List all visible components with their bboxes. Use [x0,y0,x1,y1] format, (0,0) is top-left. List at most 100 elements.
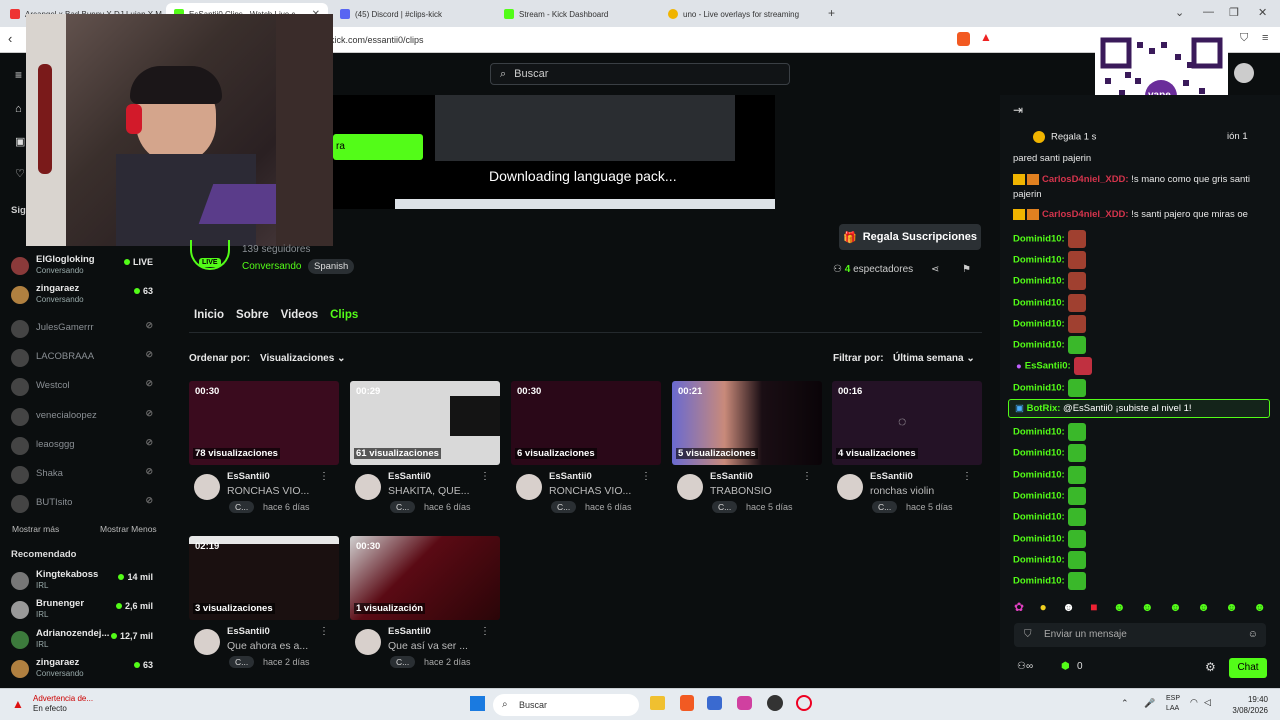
emote-icon[interactable] [1067,272,1086,290]
tab-discord[interactable]: (45) Discord | #clips-kick [332,3,494,25]
new-tab-icon[interactable]: + [828,6,835,20]
opera-icon[interactable] [796,695,812,711]
more-options-icon[interactable]: ⋮ [319,471,329,482]
sidebar-item-kingtekaboss[interactable]: Kingtekaboss IRL 14 mil [11,569,163,595]
chat-username[interactable]: CarlosD4niel_XDD: [1042,174,1129,185]
chat-username[interactable]: Dominid10: [1013,555,1065,566]
menu-icon[interactable]: ≡ [1262,32,1268,44]
sidebar-item-elglogloking[interactable]: ElGlogloking Conversando LIVE [11,254,163,280]
following-icon[interactable]: ♡ [15,167,25,180]
windows-start-icon[interactable] [470,696,485,711]
chat-username[interactable]: Dominid10: [1013,234,1065,245]
emote-icon[interactable] [1073,357,1092,375]
warning-icon[interactable]: ▲ [12,697,24,711]
instagram-icon[interactable] [737,696,752,710]
emote-icon[interactable]: ☻ [1113,600,1126,618]
emote-icon[interactable] [1067,530,1086,548]
tab-clips[interactable]: Clips [330,309,358,321]
sidebar-item-zingaraez[interactable]: zingaraez Conversando 63 [11,283,163,309]
emote-icon[interactable] [1067,294,1086,312]
chat-username[interactable]: Dominid10: [1013,534,1065,545]
sidebar-item-brunenger[interactable]: Brunenger IRL 2,6 mil [11,598,163,624]
tab-list-icon[interactable]: ⌄ [1175,6,1184,19]
chat-username[interactable]: Dominid10: [1013,276,1065,287]
chat-username[interactable]: Dominid10: [1013,319,1065,330]
emote-icon[interactable] [1067,230,1086,248]
chat-username[interactable]: CarlosD4niel_XDD: [1042,209,1129,220]
share-icon[interactable]: ⋖ [931,264,939,275]
gift-subs-button[interactable]: 🎁 Regala Suscripciones [839,224,981,250]
show-less-link[interactable]: Mostrar Menos [100,524,157,534]
more-options-icon[interactable]: ⋮ [480,626,490,637]
settings-gear-icon[interactable]: ⚙ [1205,660,1216,674]
obs-icon[interactable] [767,695,783,711]
chat-username[interactable]: Dominid10: [1013,512,1065,523]
chat-username[interactable]: Dominid10: [1013,491,1065,502]
emote-icon[interactable]: ● [1040,600,1047,618]
chat-username[interactable]: Dominid10: [1013,255,1065,266]
chat-username[interactable]: Dominid10: [1013,383,1065,394]
collapse-chat-icon[interactable]: ⇥ [1013,103,1023,117]
sidebar-item-westcol[interactable]: Westcol ⊘ [11,375,163,401]
avatar[interactable] [355,474,381,500]
maximize-icon[interactable]: ❐ [1229,6,1239,19]
emote-icon[interactable] [1067,466,1086,484]
emote-icon[interactable] [1067,551,1086,569]
emote-icon[interactable] [1067,379,1086,397]
language-tag[interactable]: Spanish [308,259,355,274]
emote-icon[interactable] [1067,423,1086,441]
wifi-icon[interactable]: ◠ [1190,697,1198,708]
emote-icon[interactable]: ■ [1090,600,1097,618]
tab-videos[interactable]: Videos [281,309,319,321]
more-options-icon[interactable]: ⋮ [480,471,490,482]
emote-icon[interactable]: ☻ [1062,600,1075,618]
more-options-icon[interactable]: ⋮ [319,626,329,637]
emote-icon[interactable] [1067,487,1086,505]
filter-dropdown[interactable]: Última semana ⌄ [893,353,975,364]
emote-icon[interactable]: ☻ [1141,600,1154,618]
hamburger-icon[interactable]: ≡ [15,68,22,82]
stream-category[interactable]: Conversando [242,261,301,272]
avatar[interactable] [194,474,220,500]
chat-username[interactable]: Dominid10: [1013,448,1065,459]
tab-sobre[interactable]: Sobre [236,309,269,321]
warning-icon[interactable]: ▲ [980,30,992,44]
tab-kick-dashboard[interactable]: Stream - Kick Dashboard [496,3,658,25]
emote-icon[interactable] [1067,336,1086,354]
clock[interactable]: 19:40 3/08/2026 [1232,694,1268,716]
minimize-icon[interactable]: — [1203,6,1214,18]
avatar[interactable] [837,474,863,500]
user-avatar[interactable] [1234,63,1254,83]
avatar[interactable] [677,474,703,500]
avatar[interactable] [516,474,542,500]
chat-username[interactable]: Dominid10: [1013,470,1065,481]
avatar[interactable] [194,629,220,655]
emote-icon[interactable] [1067,315,1086,333]
brave-shield-icon[interactable] [957,32,970,46]
shield-icon[interactable]: ⛉ [1240,32,1248,45]
sidebar-item-butisito[interactable]: BUTIsito ⊘ [11,492,163,518]
mic-icon[interactable]: 🎤 [1144,698,1155,709]
brave-icon[interactable] [680,695,694,711]
taskbar-search[interactable]: ⌕ Buscar [493,694,639,716]
infinity-icon[interactable]: ⚇∞ [1017,661,1033,672]
emote-icon[interactable] [1067,444,1086,462]
search-input[interactable]: ⌕ Buscar [490,63,790,85]
home-icon[interactable]: ⌂ [15,103,22,115]
sidebar-item-adrianozendejas[interactable]: Adrianozendej... IRL 12,7 mil [11,628,163,654]
chat-username[interactable]: EsSantii0: [1025,361,1071,372]
volume-icon[interactable]: ◁ [1204,697,1211,708]
avatar[interactable] [355,629,381,655]
send-chat-button[interactable]: Chat [1229,658,1267,678]
emote-icon[interactable]: ☻ [1169,600,1182,618]
file-explorer-icon[interactable] [650,696,665,710]
url-field[interactable]: kick.com/essantii0/clips [330,31,980,49]
warning-notification[interactable]: Advertencia de... En efecto [33,694,93,714]
emote-icon[interactable] [1067,572,1086,590]
sidebar-item-julesgamerrr[interactable]: JulesGamerrr ⊘ [11,317,163,343]
close-window-icon[interactable]: ✕ [1258,6,1267,19]
tab-inicio[interactable]: Inicio [194,309,224,321]
more-options-icon[interactable]: ⋮ [802,471,812,482]
language-indicator[interactable]: ESP LAA [1166,694,1180,714]
tray-chevron-icon[interactable]: ⌃ [1121,698,1129,709]
